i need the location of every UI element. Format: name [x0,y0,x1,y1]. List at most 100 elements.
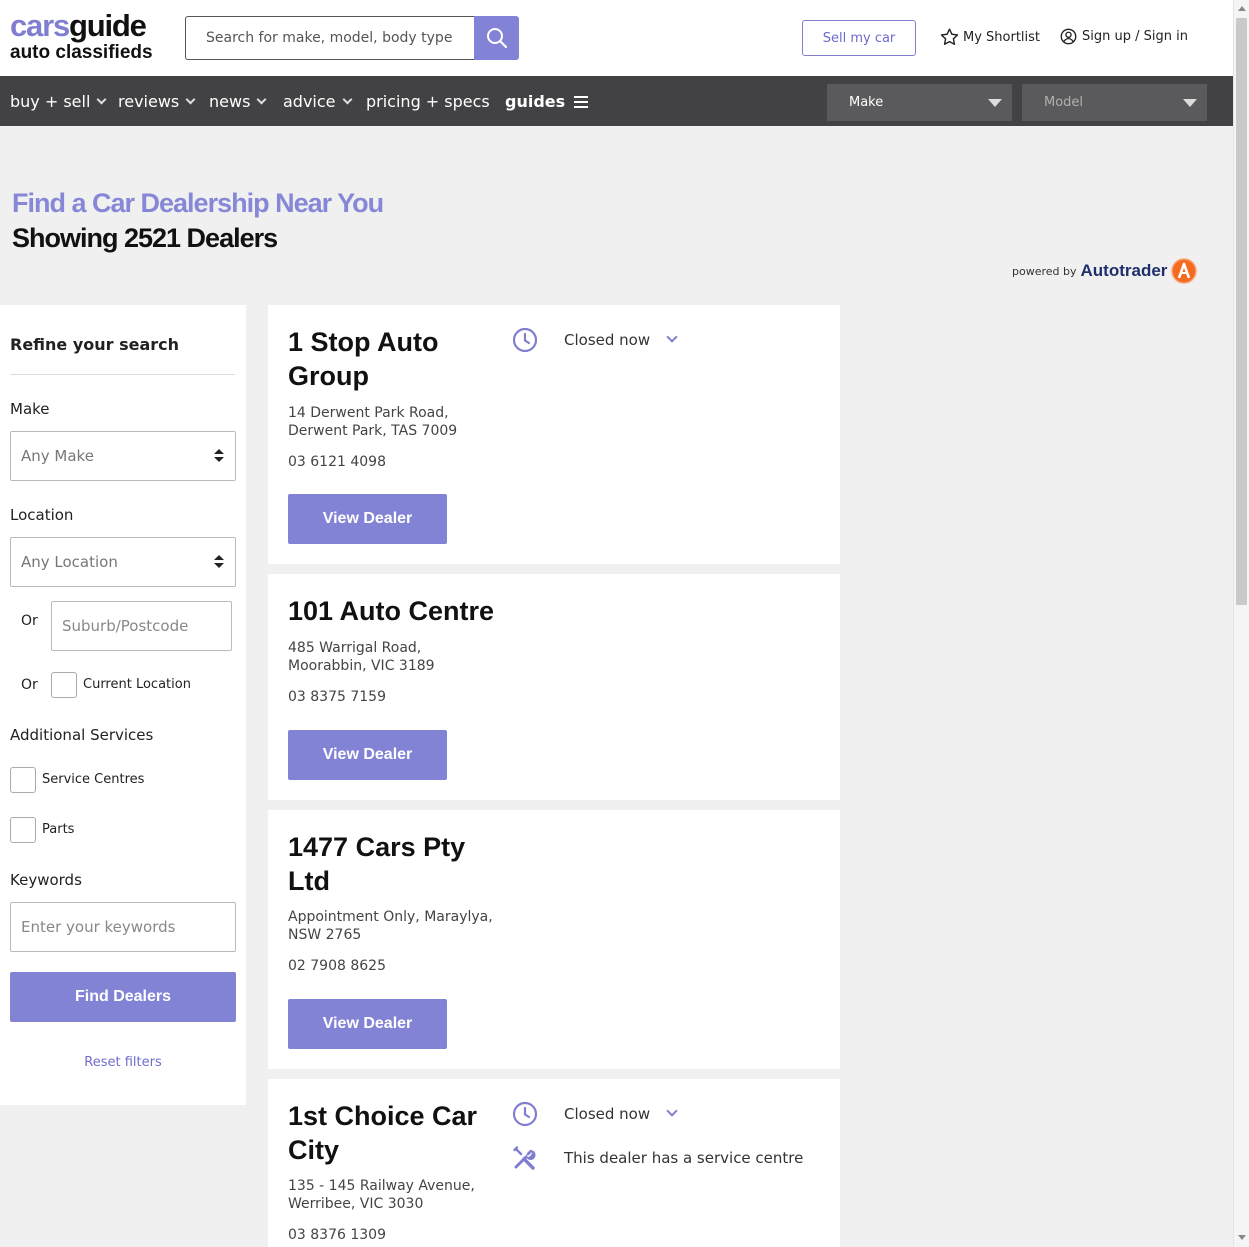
my-shortlist-link[interactable]: My Shortlist [940,28,1040,46]
nav-reviews[interactable]: reviews [118,92,196,111]
updown-arrows-icon [214,555,224,569]
keywords-input[interactable] [10,902,236,952]
scroll-up-arrow-icon[interactable] [1238,6,1246,11]
scroll-down-arrow-icon[interactable] [1238,1235,1246,1240]
opening-hours-toggle[interactable]: Closed now [512,1101,678,1127]
chevron-down-icon [342,94,352,105]
wrench-screwdriver-icon [513,1146,536,1170]
parts-label: Parts [42,822,75,837]
make-label: Make [10,400,50,418]
site-header: carsguide auto classifieds Sell my car M… [0,0,1233,76]
nav-buy-sell[interactable]: buy + sell [10,92,107,111]
search-button[interactable] [474,16,519,60]
nav-model-label: Model [1044,95,1084,110]
sign-in-link[interactable]: Sign up / Sign in [1060,28,1188,45]
autotrader-brand: Autotrader [1080,261,1168,280]
logo-text-cars: cars [10,8,70,43]
logo-text-guide: guide [69,8,147,43]
star-icon [940,28,959,45]
dealer-address: 14 Derwent Park Road, Derwent Park, TAS … [288,404,518,440]
dealer-phone[interactable]: 03 6121 4098 [288,454,386,470]
dealer-card: 1477 Cars Pty Ltd Appointment Only, Mara… [268,810,840,1069]
parts-checkbox[interactable] [10,817,36,843]
open-status: Closed now [564,1105,651,1123]
location-select-value: Any Location [21,553,118,571]
autotrader-logo-icon [1171,258,1198,284]
view-dealer-button[interactable]: View Dealer [288,730,447,780]
dealer-phone[interactable]: 03 8376 1309 [288,1227,386,1243]
chevron-down-icon [666,1105,678,1117]
page-scrollbar[interactable] [1233,0,1249,1247]
sidebar-title: Refine your search [10,335,180,354]
location-select[interactable]: Any Location [10,537,236,587]
nav-pricing-label: pricing + specs [366,92,490,111]
current-location-checkbox[interactable] [51,672,77,698]
caret-down-icon [988,99,1002,107]
chevron-down-icon [256,94,267,105]
dealer-name[interactable]: 101 Auto Centre [288,594,588,628]
refine-search-sidebar: Refine your search Make Any Make Locatio… [0,305,246,1105]
page-title: Find a Car Dealership Near You [12,188,384,218]
reset-filters-link[interactable]: Reset filters [0,1055,246,1070]
powered-by-autotrader[interactable]: powered by Autotrader [1012,258,1198,284]
nav-advice[interactable]: advice [283,92,352,111]
dealer-count-heading: Showing 2521 Dealers [12,223,278,253]
keywords-label: Keywords [10,871,82,889]
carsguide-logo[interactable]: carsguide auto classifieds [10,10,153,62]
powered-by-text: powered by [1012,264,1077,278]
nav-news[interactable]: news [209,92,267,111]
user-circle-icon [1060,28,1077,45]
chevron-down-icon [96,94,107,105]
nav-news-label: news [209,92,251,111]
dealer-address-line1: 485 Warrigal Road, [288,640,422,656]
open-status: Closed now [564,331,651,349]
dealer-phone[interactable]: 03 8375 7159 [288,689,386,705]
dealer-name[interactable]: 1st Choice Car City [288,1099,488,1167]
opening-hours-toggle[interactable]: Closed now [512,327,678,353]
dealer-address-line2: Werribee, VIC 3030 [288,1196,424,1212]
nav-guides[interactable]: guides [505,92,589,111]
service-centres-checkbox[interactable] [10,767,36,793]
find-dealers-button[interactable]: Find Dealers [10,972,236,1022]
make-select[interactable]: Any Make [10,431,236,481]
sell-my-car-button[interactable]: Sell my car [802,20,916,56]
dealer-name[interactable]: 1477 Cars Pty Ltd [288,830,508,898]
nav-advice-label: advice [283,92,336,111]
divider [10,374,235,375]
dealer-address: 485 Warrigal Road, Moorabbin, VIC 3189 [288,639,518,675]
view-dealer-button[interactable]: View Dealer [288,999,447,1049]
suburb-postcode-input[interactable] [51,601,232,651]
updown-arrows-icon [214,449,224,463]
nav-make-select[interactable]: Make [827,84,1012,121]
service-centres-label: Service Centres [42,772,145,787]
nav-reviews-label: reviews [118,92,180,111]
dealer-phone[interactable]: 02 7908 8625 [288,958,386,974]
logo-subtitle: auto classifieds [10,42,153,63]
chevron-down-icon [185,94,196,105]
search-input[interactable] [185,16,475,60]
dealer-address-line2: NSW 2765 [288,927,362,943]
dealer-address-line2: Moorabbin, VIC 3189 [288,658,435,674]
dealer-card: 1st Choice Car City 135 - 145 Railway Av… [268,1079,840,1247]
dealer-address-line1: Appointment Only, Maraylya, [288,909,493,925]
clock-icon [512,1101,538,1127]
chevron-down-icon [666,331,678,343]
location-label: Location [10,506,74,524]
scrollbar-thumb[interactable] [1236,18,1247,605]
nav-guides-label: guides [505,92,566,111]
nav-buy-sell-label: buy + sell [10,92,91,111]
view-dealer-button[interactable]: View Dealer [288,494,447,544]
current-location-label: Current Location [83,677,191,692]
dealer-address: 135 - 145 Railway Avenue, Werribee, VIC … [288,1177,518,1213]
dealer-card: 1 Stop Auto Group 14 Derwent Park Road, … [268,305,840,564]
dealer-address-line1: 14 Derwent Park Road, [288,405,449,421]
or-label: Or [21,613,38,629]
nav-make-label: Make [849,95,884,110]
nav-pricing-specs[interactable]: pricing + specs [366,92,490,111]
nav-model-select[interactable]: Model [1022,84,1207,121]
clock-icon [512,327,538,353]
dealer-name[interactable]: 1 Stop Auto Group [288,325,508,393]
or-label: Or [21,677,38,693]
dealer-address-line2: Derwent Park, TAS 7009 [288,423,458,439]
shortlist-label: My Shortlist [963,29,1041,45]
